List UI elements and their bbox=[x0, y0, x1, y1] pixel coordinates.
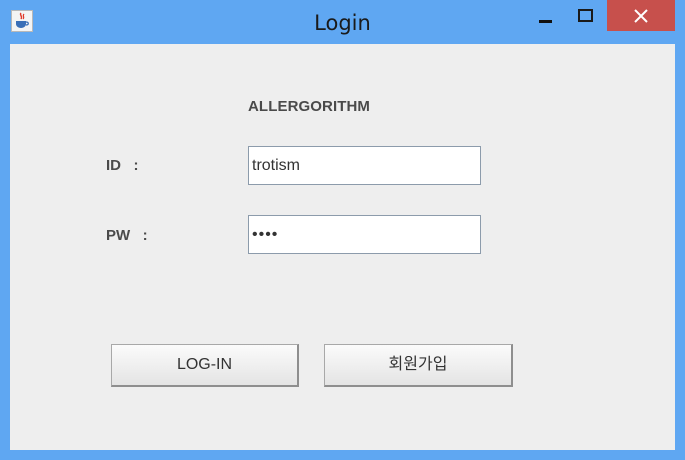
login-window: Login ALLERGORITHM ID : trotism PW : •••… bbox=[0, 0, 685, 460]
title-bar[interactable]: Login bbox=[0, 0, 685, 44]
brand-title: ALLERGORITHM bbox=[248, 98, 371, 115]
window-frame-bottom bbox=[0, 450, 685, 460]
id-input[interactable]: trotism bbox=[248, 146, 481, 185]
login-button[interactable]: LOG-IN bbox=[111, 344, 299, 387]
close-icon[interactable] bbox=[607, 0, 675, 31]
id-label: ID : bbox=[106, 157, 139, 174]
login-panel: ALLERGORITHM ID : trotism PW : •••• LOG-… bbox=[10, 44, 675, 450]
password-input[interactable]: •••• bbox=[248, 215, 481, 254]
maximize-icon[interactable] bbox=[571, 0, 601, 31]
minimize-icon[interactable] bbox=[531, 0, 561, 31]
pw-label: PW : bbox=[106, 227, 148, 244]
signup-button[interactable]: 회원가입 bbox=[324, 344, 513, 387]
